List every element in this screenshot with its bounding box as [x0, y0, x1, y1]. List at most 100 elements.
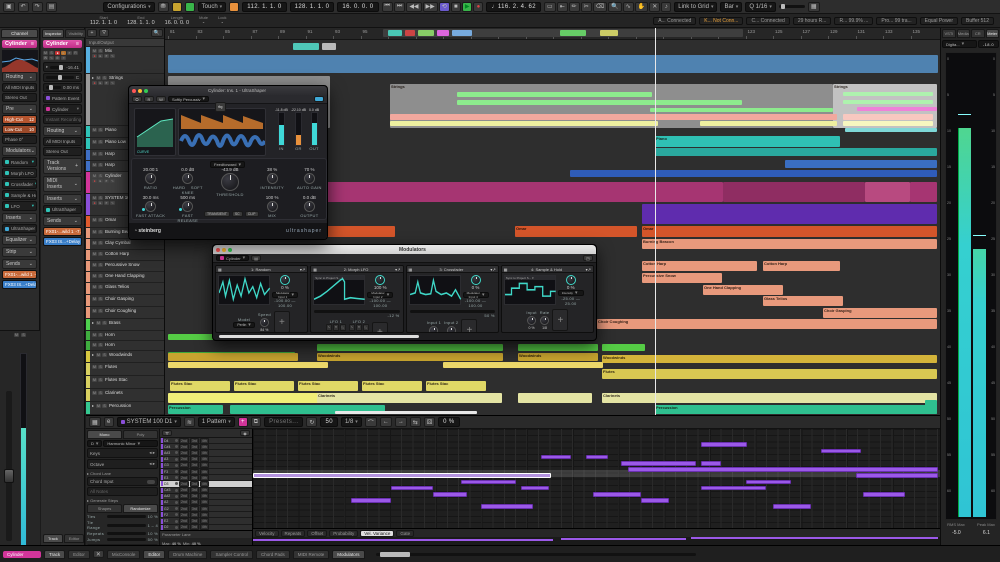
track-solo[interactable]: S [102, 404, 107, 408]
lfo-wave-3[interactable]: ⋀ [326, 332, 332, 333]
step-note[interactable] [701, 486, 766, 491]
statusbar-item-chord-pads[interactable]: Chord Pads [256, 550, 290, 559]
shaper-curve-display[interactable]: CURVE [134, 108, 176, 156]
clip[interactable] [168, 353, 298, 361]
track-mute[interactable]: M [92, 274, 97, 278]
slot-open-icon[interactable]: ↗ [302, 267, 305, 272]
clip[interactable] [418, 30, 434, 36]
clip[interactable] [452, 30, 472, 36]
clip[interactable] [857, 107, 937, 111]
slot-wave-display[interactable] [218, 275, 270, 305]
channel-pre-section[interactable]: Pre⌄ [2, 104, 37, 114]
row-interval-3rd[interactable]: 3rd [190, 444, 199, 450]
row-interval-2nd[interactable]: 2nd [179, 438, 189, 444]
output-select[interactable]: Stereo Out [43, 147, 82, 156]
slot-depth-knob[interactable] [375, 275, 385, 285]
row-mute-dot[interactable] [175, 445, 178, 448]
clip[interactable] [700, 121, 837, 126]
track-mute[interactable]: M [92, 230, 97, 234]
clip-woodwinds[interactable]: Woodwinds [518, 353, 598, 361]
track-mute[interactable]: M [92, 128, 97, 132]
track-solo[interactable]: S [102, 353, 107, 357]
toggle-sc[interactable]: SC [232, 211, 243, 217]
channel-modulator-2[interactable]: Crossfader▾ [2, 179, 37, 189]
row-interval-3rd[interactable]: 3rd [190, 499, 199, 505]
row-interval-4th[interactable]: 4th [200, 475, 209, 481]
shift-right-icon[interactable]: → [395, 417, 407, 427]
lane-tab-offset[interactable]: Offset [307, 530, 327, 537]
redo-icon[interactable]: ↷ [32, 2, 43, 12]
track-row-brass[interactable]: ▸MSBrass [86, 319, 164, 331]
tool-9[interactable]: ♪ [661, 2, 671, 12]
track-solo[interactable]: S [98, 218, 103, 222]
track-row-horn[interactable]: MSHorn [86, 341, 164, 351]
row-interval-2nd[interactable]: 2nd [179, 493, 189, 499]
modulator-slot-2[interactable]: ▦2: Morph LFO▾↗Sync to Project S... ▾100… [310, 265, 403, 333]
row-interval-3rd[interactable]: 3rd [190, 512, 199, 518]
row-interval-2nd[interactable]: 2nd [179, 462, 189, 468]
lane-tab-probability[interactable]: Probability [329, 530, 358, 537]
retrigger-icon[interactable]: ↻ [306, 417, 317, 427]
step-grid-select[interactable]: 1/8 [341, 417, 362, 427]
channel-eq-section[interactable]: Equalizer⌄ [2, 235, 37, 245]
modulators-scrollbar[interactable] [219, 335, 419, 338]
knob-ratio[interactable]: 20.00:1RATIO [136, 167, 166, 190]
track-tab[interactable]: Track [43, 534, 63, 543]
row-interval-2nd[interactable]: 2nd [179, 456, 189, 462]
slot-add-button[interactable]: + [552, 309, 568, 331]
slot-depth-knob[interactable] [566, 275, 576, 285]
statusbar-item-sampler-control[interactable]: Sampler Control [210, 550, 253, 559]
transport-stop[interactable]: ■ [451, 2, 461, 12]
channel-sends-section[interactable]: Sends⌄ [2, 259, 37, 269]
inspector-button-1[interactable]: S [49, 51, 54, 55]
plugin-read-icon[interactable]: R [144, 96, 154, 102]
status-badge-0[interactable]: A... Connected [653, 17, 696, 25]
track-solo[interactable]: S [98, 274, 103, 278]
clip[interactable] [388, 30, 402, 36]
bottom-track-tab[interactable]: Track [44, 550, 65, 559]
row-interval-2nd[interactable]: 2nd [179, 450, 189, 456]
tool-1[interactable]: ⇤ [557, 2, 568, 12]
row-interval-3rd[interactable]: 3rd [190, 487, 199, 493]
track-solo[interactable]: S [98, 128, 103, 132]
close-lower-zone-icon[interactable]: ✕ [93, 550, 104, 558]
scale-select[interactable]: Harmonic Minor [103, 440, 158, 447]
knob-threshold[interactable]: -43.9 dBTHRESHOLD [210, 167, 250, 197]
track-mute[interactable]: M [92, 343, 97, 347]
selected-channel-label[interactable]: Cylinder [3, 551, 41, 558]
knob-fast-attack[interactable]: 30.0 msFAST ATTACK [136, 195, 166, 218]
step-note[interactable] [586, 455, 608, 460]
slot-wave-display[interactable]: Sync to Project S... ▾ [313, 275, 365, 305]
track-mute[interactable]: M [96, 76, 101, 80]
highcut-row[interactable]: High-Cut12 [2, 115, 37, 124]
lfo-wave-4[interactable]: ◿ [356, 332, 362, 333]
setup-icon[interactable]: ▤ [46, 2, 58, 12]
root-note-select[interactable]: D [87, 440, 102, 447]
transport-cycle[interactable]: ⟲ [439, 2, 450, 12]
track-mute[interactable]: M [96, 353, 101, 357]
step-note[interactable] [746, 480, 791, 485]
clip[interactable] [642, 204, 937, 224]
slot-control-input[interactable]: Input0 % [526, 310, 536, 330]
inspector-inserts-section[interactable]: Inserts⌄ [43, 194, 82, 204]
channel-modulator-3[interactable]: Sample & Hold▾ [2, 190, 37, 200]
slot-control-input-1[interactable]: Input 10 % [427, 320, 441, 333]
modulators-window[interactable]: Modulators Cylinder ▤ ◳ ▦1: Random▾↗0 %M… [212, 244, 597, 341]
status-badge-7[interactable]: Buffer 512 [961, 17, 994, 25]
edit-icon[interactable]: e [104, 417, 114, 427]
delay-row[interactable]: 0.00 ms [43, 83, 82, 92]
row-interval-2nd[interactable]: 2nd [179, 444, 189, 450]
mono-tab[interactable]: Mono [87, 430, 122, 439]
gen-slider-3[interactable]: Jumps50 % [87, 537, 158, 542]
row-interval-3rd[interactable]: 3rd [190, 450, 199, 456]
meter-offset[interactable]: -18.0 [978, 40, 999, 48]
clip[interactable] [843, 114, 933, 120]
tool-0[interactable]: ▭ [544, 2, 556, 12]
track-solo[interactable]: S [98, 391, 103, 395]
track-solo[interactable]: S [98, 140, 103, 144]
tool-3[interactable]: ✂ [581, 2, 592, 12]
clip-choir-gasping[interactable]: Choir Gasping [823, 308, 937, 318]
track-row-flutes[interactable]: MSFlutes [86, 363, 164, 376]
step-note[interactable] [621, 461, 696, 466]
step-note[interactable] [628, 467, 938, 472]
